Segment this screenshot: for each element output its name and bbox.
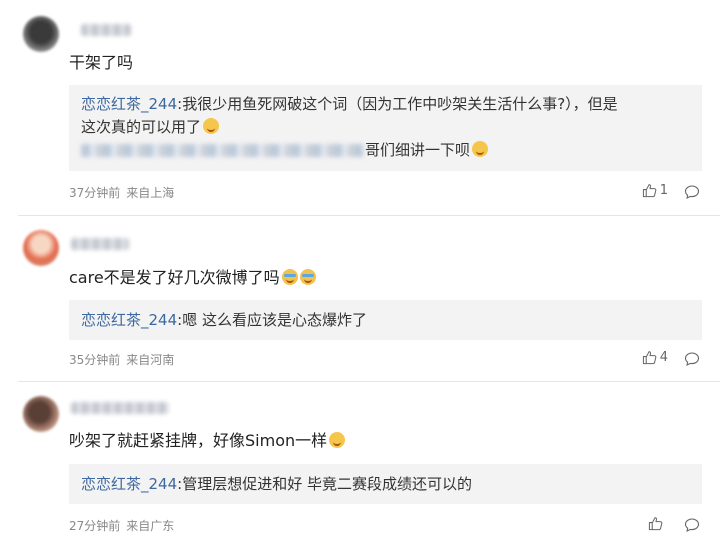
comment-item: 吵架了就赶紧挂牌，好像Simon一样 恋恋红茶_244:管理层想促进和好 毕竟二… xyxy=(0,382,720,545)
reply-box: 恋恋红茶_244:管理层想促进和好 毕竟二赛段成绩还可以的 xyxy=(69,464,702,504)
reply-box: 恋恋红茶_244:我很少用鱼死网破这个词（因为工作中吵架关生活什么事?），但是 … xyxy=(69,85,702,171)
avatar[interactable] xyxy=(23,396,59,432)
blurred-mention xyxy=(81,144,363,157)
comment-meta: 27分钟前 来自广东 xyxy=(69,517,174,534)
comment-item: 干架了吗 恋恋红茶_244:我很少用鱼死网破这个词（因为工作中吵架关生活什么事?… xyxy=(0,0,720,215)
avatar[interactable] xyxy=(23,16,59,52)
reply-box: 恋恋红茶_244:嗯 这么看应该是心态爆炸了 xyxy=(69,300,702,340)
reply-text: :管理层想促进和好 毕竟二赛段成绩还可以的 xyxy=(177,475,472,493)
comment-text: 吵架了就赶紧挂牌，好像Simon一样 xyxy=(69,431,346,451)
comment-location: 来自广东 xyxy=(126,519,175,533)
comment-location: 来自河南 xyxy=(126,353,175,367)
reply-username[interactable]: 恋恋红茶_244 xyxy=(81,475,177,493)
reply-username[interactable]: 恋恋红茶_244 xyxy=(81,95,177,113)
comment-bubble-icon[interactable] xyxy=(684,184,700,200)
comment-meta: 37分钟前 来自上海 xyxy=(69,184,174,201)
reply-text: :我很少用鱼死网破这个词（因为工作中吵架关生活什么事?），但是 xyxy=(177,95,618,113)
reply-text: :嗯 这么看应该是心态爆炸了 xyxy=(177,311,367,329)
thumbs-up-icon xyxy=(642,184,657,198)
like-count: 1 xyxy=(659,183,668,198)
like-count: 4 xyxy=(659,350,668,365)
comment-time: 27分钟前 xyxy=(69,519,121,533)
like-button[interactable] xyxy=(648,516,666,531)
username-blurred[interactable] xyxy=(81,24,131,36)
username-blurred[interactable] xyxy=(71,238,129,250)
comment-text: care不是发了好几次微博了吗 xyxy=(69,268,316,288)
username-blurred[interactable] xyxy=(71,402,169,414)
reply-text: 哥们细讲一下呗 xyxy=(365,141,471,159)
like-button[interactable]: 4 xyxy=(642,350,668,365)
thumbs-up-icon xyxy=(642,351,657,365)
smile-emoji-icon xyxy=(203,118,220,134)
laugh-cry-emoji-icon xyxy=(299,269,316,285)
comment-bubble-icon[interactable] xyxy=(684,517,700,533)
laugh-cry-emoji-icon xyxy=(281,269,298,285)
like-button[interactable]: 1 xyxy=(642,183,668,198)
comment-item: care不是发了好几次微博了吗 恋恋红茶_244:嗯 这么看应该是心态爆炸了 3… xyxy=(0,216,720,381)
comment-time: 37分钟前 xyxy=(69,186,121,200)
smirk-emoji-icon xyxy=(329,432,346,448)
comment-text: 干架了吗 xyxy=(69,53,134,72)
comment-time: 35分钟前 xyxy=(69,353,121,367)
reply-text: 这次真的可以用了 xyxy=(81,118,202,136)
avatar[interactable] xyxy=(23,230,59,266)
comment-bubble-icon[interactable] xyxy=(684,351,700,367)
thumbs-up-icon xyxy=(648,517,663,531)
smile-emoji-icon xyxy=(472,141,489,157)
reply-username[interactable]: 恋恋红茶_244 xyxy=(81,311,177,329)
comment-meta: 35分钟前 来自河南 xyxy=(69,351,174,368)
comment-location: 来自上海 xyxy=(126,186,175,200)
